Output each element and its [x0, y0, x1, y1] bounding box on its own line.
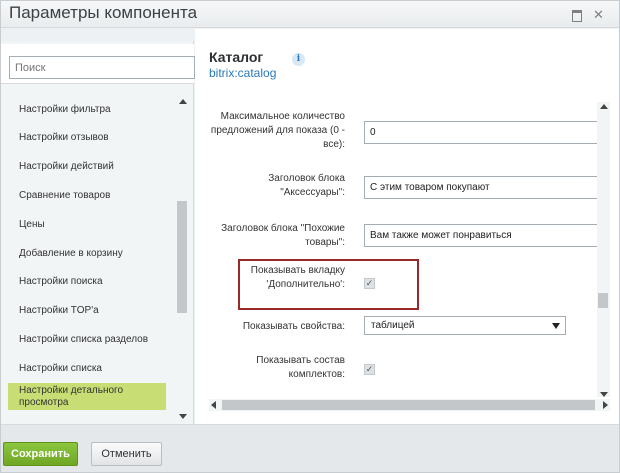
scroll-right-icon[interactable] — [603, 401, 608, 409]
cancel-button[interactable]: Отменить — [91, 442, 162, 466]
sidebar-scroll-thumb[interactable] — [177, 201, 187, 313]
component-title: Каталог — [209, 49, 264, 65]
horizontal-scroll-thumb[interactable] — [222, 400, 595, 410]
scroll-down-icon[interactable] — [179, 414, 187, 419]
info-icon[interactable]: i — [292, 53, 305, 66]
sidebar-item-list[interactable]: Настройки списка — [8, 363, 166, 375]
highlight-box — [238, 259, 419, 310]
save-button[interactable]: Сохранить — [3, 442, 78, 466]
prop-label-set-content: Показывать состав комплектов: — [256, 355, 345, 380]
sidebar-scrollbar[interactable] — [176, 97, 189, 419]
scroll-up-icon[interactable] — [179, 99, 187, 104]
footer: Сохранить Отменить — [1, 424, 619, 472]
prop-label-max-offers: Максимальное количество предложений для … — [210, 111, 345, 150]
prop-label-similar: Заголовок блока "Похожие товары": — [221, 223, 345, 248]
main-content: Каталог i bitrix:catalog Максимальное ко… — [195, 29, 619, 424]
sidebar-item-basket[interactable]: Добавление в корзину — [8, 248, 166, 260]
close-icon[interactable]: ✕ — [592, 8, 605, 21]
sidebar-item-search[interactable]: Настройки поиска — [8, 276, 166, 288]
sidebar-item-detail[interactable]: Настройки детального просмотра — [8, 383, 166, 410]
sidebar: Настройки фильтра Настройки отзывов Наст… — [1, 41, 195, 424]
properties-list: Максимальное количество предложений для … — [210, 102, 600, 388]
sidebar-item-section-list[interactable]: Настройки списка разделов — [8, 334, 166, 346]
max-offers-input[interactable]: 0 — [364, 121, 600, 144]
sidebar-item-reviews[interactable]: Настройки отзывов — [8, 132, 166, 144]
sidebar-item-top[interactable]: Настройки TOP'а — [8, 305, 166, 317]
component-params-dialog: Параметры компонента ✕ Настройки фильтра… — [0, 0, 620, 473]
accessories-title-input[interactable]: С этим товаром покупают — [364, 176, 600, 199]
scroll-left-icon[interactable] — [211, 401, 216, 409]
search-area — [1, 44, 195, 84]
set-content-checkbox[interactable]: ✓ — [364, 364, 375, 375]
similar-title-input[interactable]: Вам также может понравиться — [364, 224, 600, 247]
component-id: bitrix:catalog — [209, 66, 277, 80]
dialog-title: Параметры компонента — [9, 3, 198, 22]
sidebar-nav: Настройки фильтра Настройки отзывов Наст… — [1, 97, 176, 417]
content-scrollbar[interactable] — [597, 102, 610, 397]
expand-icon[interactable] — [570, 8, 583, 22]
search-input[interactable] — [9, 56, 195, 79]
sidebar-item-actions[interactable]: Настройки действий — [8, 161, 166, 173]
scroll-down-icon[interactable] — [600, 392, 608, 397]
content-scroll-thumb[interactable] — [598, 293, 608, 308]
show-props-select[interactable]: таблицей — [364, 316, 566, 335]
prop-label-accessories: Заголовок блока "Аксессуары": — [268, 173, 345, 198]
sidebar-item-compare[interactable]: Сравнение товаров — [8, 190, 166, 202]
horizontal-scrollbar[interactable] — [209, 399, 610, 411]
prop-label-show-props: Показывать свойства: — [242, 321, 345, 332]
sidebar-item-filter[interactable]: Настройки фильтра — [8, 104, 166, 116]
show-props-value: таблицей — [371, 320, 415, 331]
sidebar-item-prices[interactable]: Цены — [8, 219, 166, 231]
titlebar[interactable]: Параметры компонента ✕ — [1, 1, 619, 28]
scroll-up-icon[interactable] — [600, 104, 608, 109]
chevron-down-icon — [552, 323, 560, 329]
